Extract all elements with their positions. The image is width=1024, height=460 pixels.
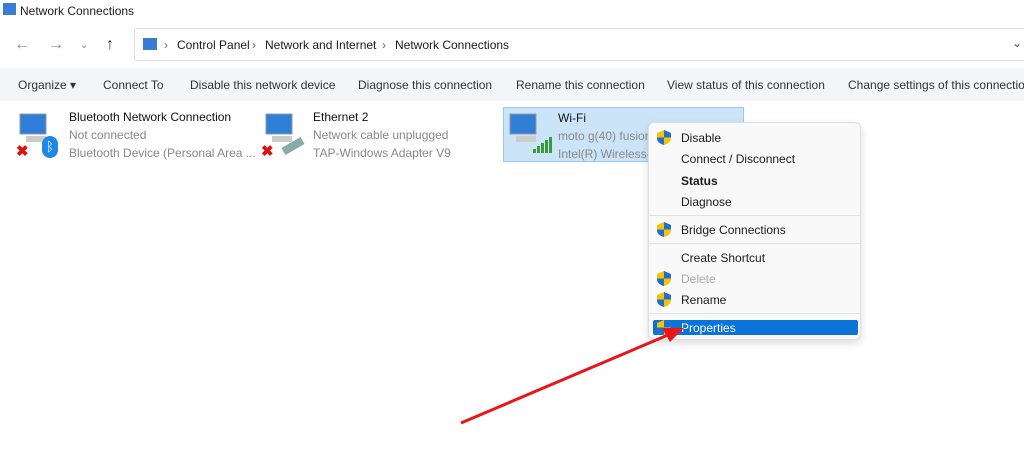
menu-separator: [649, 215, 860, 216]
app-icon: [3, 3, 16, 15]
menu-diagnose[interactable]: Diagnose: [681, 195, 732, 209]
connection-device: Bluetooth Device (Personal Area ...: [69, 146, 256, 160]
address-dropdown-icon[interactable]: ⌄: [1012, 36, 1022, 50]
diagnose-button[interactable]: Diagnose this connection: [358, 78, 492, 92]
up-icon[interactable]: ↑: [106, 36, 114, 54]
bluetooth-icon: ᛒ: [42, 136, 58, 158]
connection-name: Bluetooth Network Connection: [69, 110, 232, 124]
menu-disable[interactable]: Disable: [681, 131, 721, 145]
menu-bridge-connections[interactable]: Bridge Connections: [681, 223, 786, 237]
disconnected-x-icon: ✖: [16, 143, 29, 160]
connection-bluetooth[interactable]: ✖ ᛒ Bluetooth Network Connection Not con…: [14, 108, 256, 163]
breadcrumb-network-connections[interactable]: Network Connections: [395, 38, 509, 52]
connection-device: Intel(R) Wireless-A: [558, 147, 659, 161]
control-panel-icon: [143, 38, 157, 50]
menu-connect-disconnect[interactable]: Connect / Disconnect: [681, 152, 795, 166]
menu-create-shortcut[interactable]: Create Shortcut: [681, 251, 765, 265]
recent-chevron-icon[interactable]: ⌄: [80, 40, 88, 51]
window-title: Network Connections: [20, 4, 135, 18]
disable-device-button[interactable]: Disable this network device: [190, 78, 335, 92]
rename-button[interactable]: Rename this connection: [516, 78, 645, 92]
wifi-signal-icon: [533, 137, 552, 153]
connection-status: moto g(40) fusion: [558, 129, 652, 143]
organize-button[interactable]: Organize ▾: [18, 78, 76, 92]
connection-status: Not connected: [69, 128, 147, 142]
menu-status[interactable]: Status: [681, 174, 718, 188]
connection-ethernet[interactable]: ✖ Ethernet 2 Network cable unplugged TAP…: [258, 108, 498, 163]
uac-shield-icon: [657, 320, 671, 335]
menu-delete: Delete: [681, 272, 716, 286]
uac-shield-icon: [657, 271, 671, 286]
breadcrumb-network-internet[interactable]: Network and Internet: [265, 38, 376, 52]
context-menu: Disable Connect / Disconnect Status Diag…: [648, 122, 861, 340]
menu-rename[interactable]: Rename: [681, 293, 726, 307]
uac-shield-icon: [657, 292, 671, 307]
menu-separator: [649, 313, 860, 314]
uac-shield-icon: [657, 222, 671, 237]
back-icon[interactable]: ←: [14, 36, 30, 54]
connection-status: Network cable unplugged: [313, 128, 449, 142]
menu-properties[interactable]: Properties: [681, 321, 736, 335]
connection-name: Wi-Fi: [558, 111, 586, 125]
uac-shield-icon: [657, 130, 671, 145]
forward-icon[interactable]: →: [48, 36, 64, 54]
connect-to-button[interactable]: Connect To: [103, 78, 164, 92]
menu-separator: [649, 243, 860, 244]
connection-device: TAP-Windows Adapter V9: [313, 146, 451, 160]
disconnected-x-icon: ✖: [261, 143, 274, 160]
view-status-button[interactable]: View status of this connection: [667, 78, 825, 92]
breadcrumb-control-panel[interactable]: Control Panel: [177, 38, 250, 52]
change-settings-button[interactable]: Change settings of this connection: [848, 78, 1024, 92]
connection-name: Ethernet 2: [313, 110, 369, 124]
